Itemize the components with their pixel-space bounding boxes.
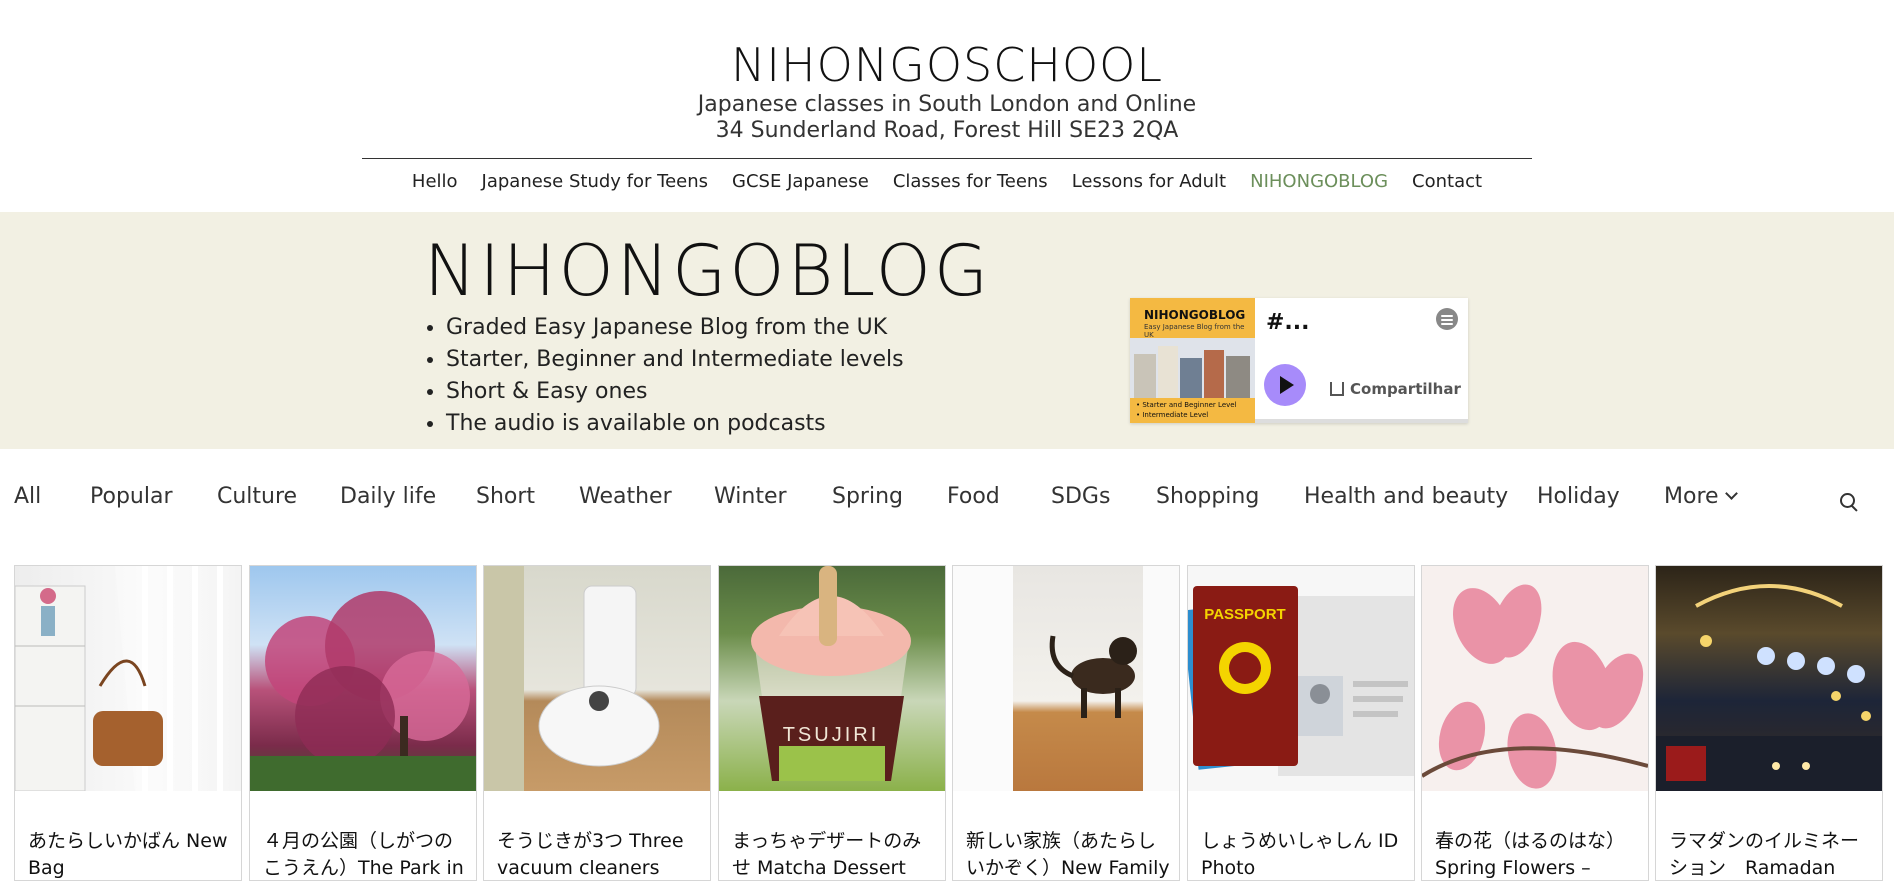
main-nav: Hello Japanese Study for Teens GCSE Japa… [0, 171, 1894, 192]
site-header: NIHONGOSCHOOL Japanese classes in South … [0, 0, 1894, 212]
site-address: 34 Sunderland Road, Forest Hill SE23 2QA [715, 118, 1179, 143]
post-title[interactable]: 春の花（はるのはな） Spring Flowers – [1435, 828, 1640, 880]
post-title[interactable]: 新しい家族（あたらしいかぞく）New Family [966, 828, 1171, 880]
post-thumbnail[interactable] [1422, 566, 1648, 791]
post-card[interactable]: 新しい家族（あたらしいかぞく）New Family [952, 565, 1180, 881]
feature-item: Graded Easy Japanese Blog from the UK [446, 312, 904, 344]
header-divider [362, 158, 1532, 159]
post-card[interactable]: TSUJIRI まっちゃデザートのみせ Matcha Dessert [718, 565, 946, 881]
share-button[interactable]: Compartilhar [1330, 380, 1461, 398]
cover-title: NIHONGOBLOG [1144, 308, 1246, 322]
nav-item-japanese-study-for-teens[interactable]: Japanese Study for Teens [470, 171, 721, 192]
post-thumbnail[interactable] [953, 566, 1179, 791]
category-tab-winter[interactable]: Winter [714, 484, 787, 509]
post-card[interactable]: ４月の公園（しがつのこうえん）The Park in [249, 565, 477, 881]
post-card[interactable]: PASSPORT しょうめいしゃしん ID Photo [1187, 565, 1415, 881]
blog-title: NIHONGOBLOG [424, 230, 992, 312]
post-title[interactable]: まっちゃデザートのみせ Matcha Dessert [732, 828, 937, 880]
post-card[interactable]: 春の花（はるのはな） Spring Flowers – [1421, 565, 1649, 881]
category-tab-health-and-beauty[interactable]: Health and beauty [1304, 484, 1508, 509]
feature-item: Starter, Beginner and Intermediate level… [446, 344, 904, 376]
category-tab-weather[interactable]: Weather [579, 484, 672, 509]
post-card[interactable]: そうじきが3つ Three vacuum cleaners [483, 565, 711, 881]
post-title[interactable]: そうじきが3つ Three vacuum cleaners [497, 828, 702, 880]
category-tab-more[interactable]: More [1664, 484, 1738, 509]
category-tab-food[interactable]: Food [947, 484, 1000, 509]
nav-item-gcse-japanese[interactable]: GCSE Japanese [720, 171, 881, 192]
cover-notes: • Starter and Beginner Level • Intermedi… [1136, 400, 1237, 420]
nav-item-classes-for-teens[interactable]: Classes for Teens [881, 171, 1060, 192]
search-icon[interactable] [1840, 493, 1858, 511]
post-card[interactable]: ラマダンのイルミネーション Ramadan [1655, 565, 1883, 881]
cover-note: • Starter and Beginner Level [1136, 401, 1237, 409]
podcast-player[interactable]: NIHONGOBLOG Easy Japanese Blog from the … [1130, 298, 1468, 423]
feature-item: The audio is available on podcasts [446, 408, 904, 440]
category-tab-short[interactable]: Short [476, 484, 535, 509]
category-tab-spring[interactable]: Spring [832, 484, 903, 509]
chevron-down-icon [1724, 487, 1738, 500]
progress-track [1255, 419, 1468, 423]
share-icon [1330, 382, 1344, 396]
post-title[interactable]: ラマダンのイルミネーション Ramadan [1669, 828, 1874, 880]
episode-title[interactable]: #... [1266, 310, 1310, 335]
category-tab-holiday[interactable]: Holiday [1537, 484, 1620, 509]
cup-brand-text: TSUJIRI [783, 724, 880, 746]
post-thumbnail[interactable] [1656, 566, 1882, 791]
passport-label: PASSPORT [1204, 606, 1285, 623]
category-nav: All Popular Culture Daily life Short Wea… [0, 484, 1894, 518]
podcast-cover-art[interactable]: NIHONGOBLOG Easy Japanese Blog from the … [1130, 298, 1255, 423]
category-tab-daily-life[interactable]: Daily life [340, 484, 436, 509]
post-thumbnail[interactable]: PASSPORT [1188, 566, 1414, 791]
cover-illustration [1130, 338, 1255, 398]
cover-subtitle: Easy Japanese Blog from the UK [1144, 323, 1245, 339]
site-title[interactable]: NIHONGOSCHOOL [0, 38, 1894, 92]
category-tab-shopping[interactable]: Shopping [1156, 484, 1259, 509]
more-label: More [1664, 484, 1719, 509]
post-thumbnail[interactable]: TSUJIRI [719, 566, 945, 791]
post-title[interactable]: あたらしいかばん New Bag [28, 828, 233, 880]
category-tab-culture[interactable]: Culture [217, 484, 297, 509]
nav-item-nihongoblog[interactable]: NIHONGOBLOG [1238, 171, 1400, 192]
post-title[interactable]: しょうめいしゃしん ID Photo [1201, 828, 1406, 880]
post-card[interactable]: あたらしいかばん New Bag [14, 565, 242, 881]
spotify-icon[interactable] [1436, 308, 1458, 330]
post-thumbnail[interactable] [484, 566, 710, 791]
play-button[interactable] [1264, 364, 1306, 406]
blog-hero: NIHONGOBLOG Graded Easy Japanese Blog fr… [0, 212, 1894, 449]
post-title[interactable]: ４月の公園（しがつのこうえん）The Park in [263, 828, 468, 880]
nav-item-hello[interactable]: Hello [400, 171, 470, 192]
post-thumbnail[interactable] [250, 566, 476, 791]
post-thumbnail[interactable] [15, 566, 241, 791]
nav-item-lessons-for-adult[interactable]: Lessons for Adult [1060, 171, 1238, 192]
nav-item-contact[interactable]: Contact [1400, 171, 1494, 192]
category-tab-sdgs[interactable]: SDGs [1051, 484, 1110, 509]
feature-item: Short & Easy ones [446, 376, 904, 408]
site-subtitle: Japanese classes in South London and Onl… [697, 92, 1197, 117]
share-label: Compartilhar [1350, 380, 1461, 398]
category-tab-popular[interactable]: Popular [90, 484, 173, 509]
category-tab-all[interactable]: All [14, 484, 41, 509]
cover-note: • Intermediate Level [1136, 411, 1209, 419]
blog-feature-list: Graded Easy Japanese Blog from the UK St… [446, 312, 904, 440]
